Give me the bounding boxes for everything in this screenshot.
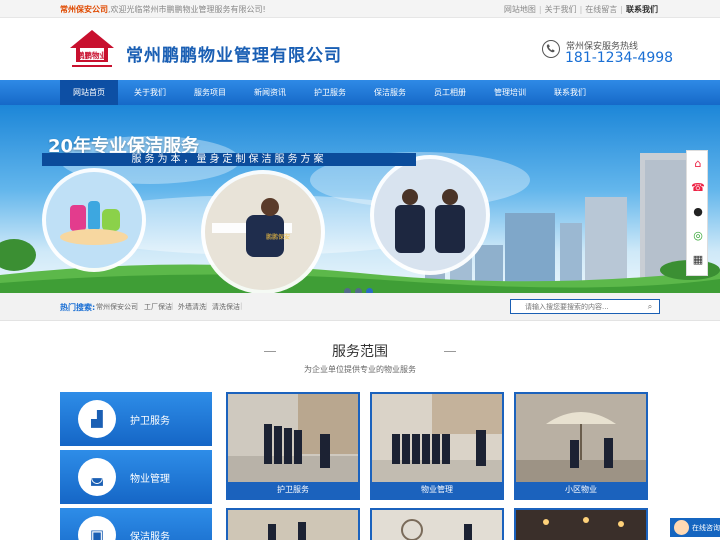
hot-keyword-1[interactable]: 常州保安公司 (96, 302, 138, 312)
home-icon[interactable]: ⌂ (691, 157, 705, 171)
floating-toolbar: ⌂ ☎ ● ◎ ▦ (686, 150, 708, 276)
shopping-bag-icon: ◛ (89, 468, 105, 486)
service-tile[interactable] (370, 508, 504, 540)
search-box: ⌕ (510, 299, 660, 314)
separator: | (171, 302, 174, 310)
side-card-label: 保洁服务 (130, 532, 170, 540)
header: 鹏鹏物业 常州鹏鹏物业管理有限公司 常州保安服务热线 181-1234-4998 (0, 18, 720, 80)
separator: | (205, 302, 208, 310)
service-tile[interactable] (514, 508, 648, 540)
hot-search-bar: 热门搜索: 常州保安公司 | 工厂保洁 | 外墙清洗 | 清洗保洁 | ⌕ (0, 293, 720, 321)
nav-item-home[interactable]: 网站首页 (60, 80, 118, 105)
support-avatar-icon (674, 520, 689, 535)
top-link-message[interactable]: 在线留言 (585, 5, 617, 14)
side-card-label: 物业管理 (130, 474, 170, 485)
side-card-property[interactable]: ◛ 物业管理 (60, 450, 212, 504)
welcome-text: 常州保安公司,欢迎光临常州市鹏鹏物业管理服务有限公司! (60, 4, 266, 15)
hotline-number[interactable]: 181-1234-4998 (565, 50, 673, 66)
community-property-photo (516, 394, 646, 482)
nav-item-contact[interactable]: 联系我们 (540, 80, 600, 105)
title-divider-right (444, 351, 456, 352)
top-link-contact[interactable]: 联系我们 (626, 5, 658, 14)
service-photo (516, 510, 646, 540)
side-card-cleaning[interactable]: ▣ 保洁服务 (60, 508, 212, 540)
logo-text: 鹏鹏物业 (77, 50, 107, 60)
service-photo (228, 510, 358, 540)
service-tile[interactable] (226, 508, 360, 540)
guard-booth-icon: ▟ (91, 410, 103, 428)
tile-caption: 护卫服务 (277, 485, 309, 494)
hot-keyword-3[interactable]: 外墙清洗 (178, 302, 206, 312)
nav-item-news[interactable]: 新闻资讯 (240, 80, 300, 105)
nav-item-training[interactable]: 管理培训 (480, 80, 540, 105)
nav-item-cleaning[interactable]: 保洁服务 (360, 80, 420, 105)
slide-dots (344, 280, 377, 293)
qrcode-icon[interactable]: ▦ (691, 253, 705, 267)
nav-item-about[interactable]: 关于我们 (120, 80, 180, 105)
phone-icon (542, 40, 560, 58)
side-card-guard[interactable]: ▟ 护卫服务 (60, 392, 212, 446)
uniform-badge-text: 鹏鹏保安 (266, 233, 290, 241)
hot-keyword-4[interactable]: 清洗保洁 (212, 302, 240, 312)
tile-caption: 小区物业 (565, 485, 597, 494)
search-input[interactable] (511, 300, 639, 313)
side-card-label: 护卫服务 (130, 416, 170, 427)
company-logo[interactable]: 鹏鹏物业 (68, 28, 116, 72)
icon-circle: ▟ (78, 400, 116, 438)
brand-link[interactable]: 常州保安公司 (60, 5, 108, 14)
online-consult-label: 在线咨询 (692, 524, 720, 532)
online-consult-button[interactable]: 在线咨询 (670, 518, 720, 537)
phone-icon[interactable]: ☎ (691, 181, 705, 195)
service-tile[interactable]: 物业管理 (370, 392, 504, 500)
nav-item-guard[interactable]: 护卫服务 (300, 80, 360, 105)
separator: | (240, 302, 243, 310)
search-icon[interactable]: ⌕ (641, 300, 659, 313)
top-link-sitemap[interactable]: 网站地图 (504, 5, 536, 14)
banner-tagline: 服务为本，量身定制保洁服务方案 (42, 153, 416, 166)
section-title: 服务范围 (332, 344, 388, 360)
property-team-photo (372, 394, 502, 482)
tile-caption: 物业管理 (421, 485, 453, 494)
service-photo (372, 510, 502, 540)
separator: | (136, 302, 139, 310)
hot-keyword-2[interactable]: 工厂保洁 (144, 302, 172, 312)
top-bar: 常州保安公司,欢迎光临常州市鹏鹏物业管理服务有限公司! 网站地图 | 关于我们 | 在线… (0, 0, 720, 18)
cleaning-machine-icon: ▣ (89, 526, 105, 540)
company-name: 常州鹏鹏物业管理有限公司 (126, 46, 342, 66)
separator: | (538, 5, 542, 14)
nav-item-services[interactable]: 服务项目 (180, 80, 240, 105)
separator: | (579, 5, 583, 14)
nav-item-album[interactable]: 员工相册 (420, 80, 480, 105)
service-tile[interactable]: 护卫服务 (226, 392, 360, 500)
wechat-icon[interactable]: ◎ (691, 229, 705, 243)
service-tile[interactable]: 小区物业 (514, 392, 648, 500)
welcome-message: ,欢迎光临常州市鹏鹏物业管理服务有限公司! (108, 5, 266, 14)
page: 常州保安公司,欢迎光临常州市鹏鹏物业管理服务有限公司! 网站地图 | 关于我们 | 在线… (0, 0, 720, 540)
icon-circle: ▣ (78, 516, 116, 540)
separator: | (620, 5, 623, 14)
main-nav: 网站首页 关于我们 服务项目 新闻资讯 护卫服务 保洁服务 员工相册 管理培训 … (0, 80, 720, 105)
hero-banner[interactable]: 鹏鹏保安 20年专业保洁服务 服务为本，量身定制保洁服务方案 (0, 105, 720, 293)
qq-icon[interactable]: ● (691, 205, 705, 219)
section-subtitle: 为企业单位提供专业的物业服务 (304, 365, 416, 374)
hot-search-label: 热门搜索: (60, 303, 96, 312)
top-link-about[interactable]: 关于我们 (545, 5, 577, 14)
hotline: 常州保安服务热线 181-1234-4998 (542, 38, 673, 68)
top-links: 网站地图 | 关于我们 | 在线留言 | 联系我们 (504, 4, 658, 15)
guard-team-photo (228, 394, 358, 482)
icon-circle: ◛ (78, 458, 116, 496)
